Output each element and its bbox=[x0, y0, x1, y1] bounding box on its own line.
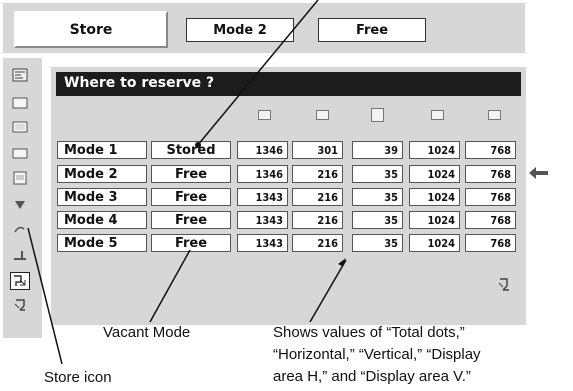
values-annotation-line1: Shows values of “Total dots,” bbox=[273, 324, 465, 341]
values-annotation-line2: “Horizontal,” “Vertical,” “Display bbox=[273, 346, 481, 363]
values-leader-line bbox=[309, 259, 347, 323]
values-annotation-line3: area H,” and “Display area V.” bbox=[273, 368, 471, 385]
stored-leader-line bbox=[196, 0, 319, 147]
store-icon-annotation: Store icon bbox=[44, 369, 112, 386]
store-icon-leader-line bbox=[27, 227, 63, 365]
vacant-mode-annotation: Vacant Mode bbox=[103, 324, 191, 341]
vacant-leader-line bbox=[149, 249, 191, 323]
